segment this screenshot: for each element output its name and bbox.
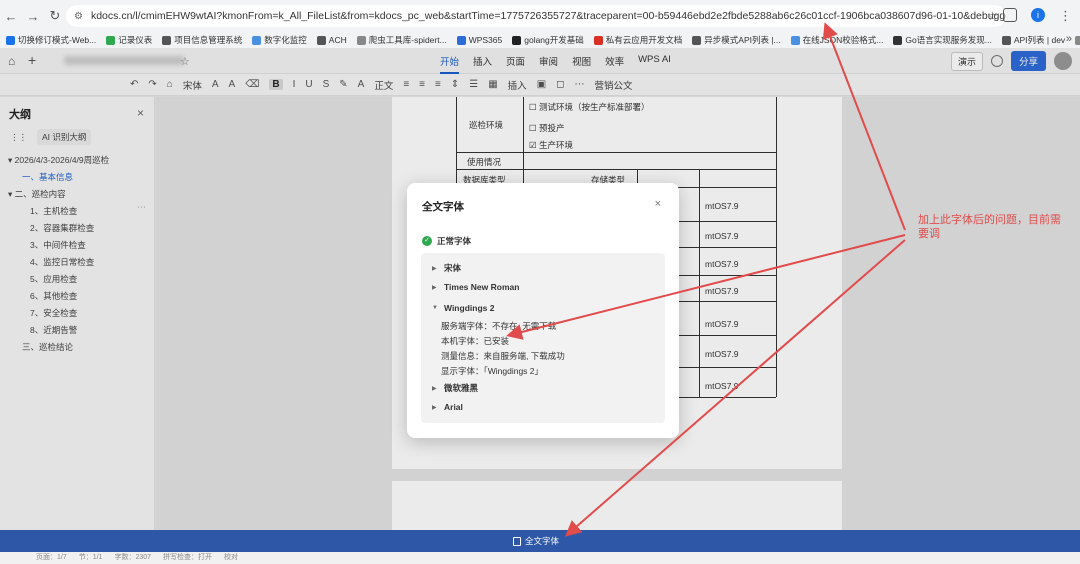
bookmark-label: 在线JSON校验格式... (802, 35, 884, 45)
font-item-times[interactable]: ▶ Times New Roman (432, 282, 519, 292)
browser-menu-icon[interactable]: ⋮ (1059, 9, 1072, 22)
bookmark-label: 项目信息管理系统 (174, 35, 243, 45)
bookmark-favicon-icon (456, 35, 466, 45)
site-info-icon[interactable]: ⚙ (74, 11, 83, 22)
back-icon[interactable]: ← (0, 9, 22, 24)
bookmark-label: 私有云应用开发文档 (605, 35, 683, 45)
bookmark-favicon-icon (356, 35, 366, 45)
bookmark-item[interactable]: 记录仪表 (106, 34, 152, 46)
bookmark-favicon-icon (162, 35, 172, 45)
bookmark-item[interactable]: API列表 | dev (1001, 34, 1066, 46)
dialog-title: 全文字体 (422, 201, 464, 213)
bookmark-star-icon[interactable]: ☆ (987, 9, 998, 23)
normal-fonts-label: 正常字体 (437, 236, 472, 246)
bookmark-label: WPS365 (468, 35, 503, 45)
bookmark-item[interactable]: WPS365 (456, 35, 503, 45)
bookmark-label: 爬虫工具库-spidert... (368, 35, 447, 45)
reload-icon[interactable]: ↻ (44, 8, 66, 24)
full-text-font-bar[interactable]: 全文字体 (0, 530, 1080, 552)
url-text[interactable]: kdocs.cn/l/cmimEHW9wtAI?kmonFrom=k_All_F… (91, 10, 1006, 22)
bookmark-favicon-icon (316, 35, 326, 45)
font-item-yahei[interactable]: ▶ 微软雅黑 (432, 382, 478, 394)
address-bar[interactable]: ⚙ kdocs.cn/l/cmimEHW9wtAI?kmonFrom=k_All… (66, 5, 1006, 27)
status-item: 校对 (224, 554, 239, 561)
bookmark-item[interactable]: DEV开放平台 (1075, 34, 1080, 46)
bookmark-label: golang开发基础 (524, 35, 584, 45)
font-detail-server: 服务端字体：不存在, 无需下载 (441, 321, 557, 331)
bookmark-favicon-icon (252, 35, 262, 45)
bookmark-item[interactable]: 异步模式API列表 |... (692, 34, 781, 46)
font-name: 宋体 (444, 263, 462, 273)
font-item-songti[interactable]: ▶ 宋体 (432, 262, 461, 274)
bookmark-favicon-icon (6, 35, 15, 45)
font-name: Wingdings 2 (444, 303, 495, 313)
forward-icon[interactable]: → (22, 9, 44, 24)
bookmark-favicon-icon (512, 35, 522, 45)
bookmarks-overflow-icon[interactable]: » (1066, 33, 1072, 45)
bookmark-favicon-icon (1075, 35, 1080, 45)
bookmark-label: Go语言实现服务发现... (905, 35, 992, 45)
font-item-wingdings2[interactable]: ▼ Wingdings 2 (432, 303, 494, 313)
check-circle-icon: ✓ (422, 236, 432, 246)
bookmarks-bar: 切换修订模式-Web... 记录仪表 项目信息管理系统 数字化监控 ACH 爬虫工具库-s… (0, 32, 1080, 48)
font-detail-display: 显示字体：「Wingdings 2」 (441, 366, 544, 376)
bookmark-item[interactable]: 项目信息管理系统 (162, 34, 242, 46)
full-text-font-label: 全文字体 (525, 536, 560, 546)
normal-fonts-header: ✓ 正常字体 (422, 235, 471, 247)
bookmark-item[interactable]: 在线JSON校验格式... (790, 34, 884, 46)
close-icon[interactable]: × (655, 198, 661, 210)
caret-right-icon: ▶ (432, 284, 437, 291)
caret-down-icon: ▼ (432, 305, 438, 311)
bookmark-favicon-icon (106, 35, 116, 45)
document-icon (513, 536, 521, 546)
bookmark-item[interactable]: ACH (316, 35, 347, 45)
bookmark-label: 异步模式API列表 |... (704, 35, 781, 45)
bookmark-label: 记录仪表 (118, 35, 153, 45)
annotation-text: 加上此字体后的问题，目前需要调 (918, 214, 1061, 240)
status-item: 页面：1/7 (36, 554, 67, 561)
font-name: Times New Roman (444, 282, 520, 292)
bookmark-favicon-icon (790, 35, 800, 45)
full-text-font-dialog: 全文字体 × ✓ 正常字体 ▶ 宋体 ▶ Times New Roman ▼ W… (407, 183, 679, 438)
status-bar: 页面：1/7 节：1/1 字数：2307 拼写检查：打开 校对 (0, 552, 1080, 564)
caret-right-icon: ▶ (432, 385, 437, 392)
bookmark-favicon-icon (692, 35, 702, 45)
bookmark-item[interactable]: 私有云应用开发文档 (593, 34, 683, 46)
font-detail-local: 本机字体：已安装 (441, 336, 510, 346)
font-list: ▶ 宋体 ▶ Times New Roman ▼ Wingdings 2 服务端… (421, 253, 665, 423)
bookmark-item[interactable]: 数字化监控 (252, 34, 307, 46)
bookmark-favicon-icon (893, 35, 903, 45)
font-name: Arial (444, 402, 463, 412)
font-item-arial[interactable]: ▶ Arial (432, 402, 463, 412)
status-item: 拼写检查：打开 (163, 554, 213, 561)
bookmark-label: ACH (328, 35, 347, 45)
font-name: 微软雅黑 (444, 383, 479, 393)
status-item: 节：1/1 (78, 554, 103, 561)
caret-right-icon: ▶ (432, 404, 437, 411)
bookmark-favicon-icon (1001, 35, 1011, 45)
bookmark-item[interactable]: 爬虫工具库-spidert... (356, 34, 447, 46)
bookmark-favicon-icon (593, 35, 603, 45)
bookmark-item[interactable]: 切换修订模式-Web... (6, 34, 96, 46)
bookmark-label: API列表 | dev (1013, 35, 1066, 45)
extensions-icon[interactable] (1003, 8, 1017, 22)
caret-right-icon: ▶ (432, 265, 437, 272)
bookmark-item[interactable]: Go语言实现服务发现... (893, 34, 992, 46)
bookmark-label: 切换修订模式-Web... (18, 35, 97, 45)
profile-icon[interactable]: i (1031, 8, 1045, 22)
status-item: 字数：2307 (114, 554, 152, 561)
bookmark-item[interactable]: golang开发基础 (512, 34, 584, 46)
font-detail-measure: 测量信息：来自服务端, 下载成功 (441, 351, 565, 361)
bookmark-label: 数字化监控 (264, 35, 307, 45)
